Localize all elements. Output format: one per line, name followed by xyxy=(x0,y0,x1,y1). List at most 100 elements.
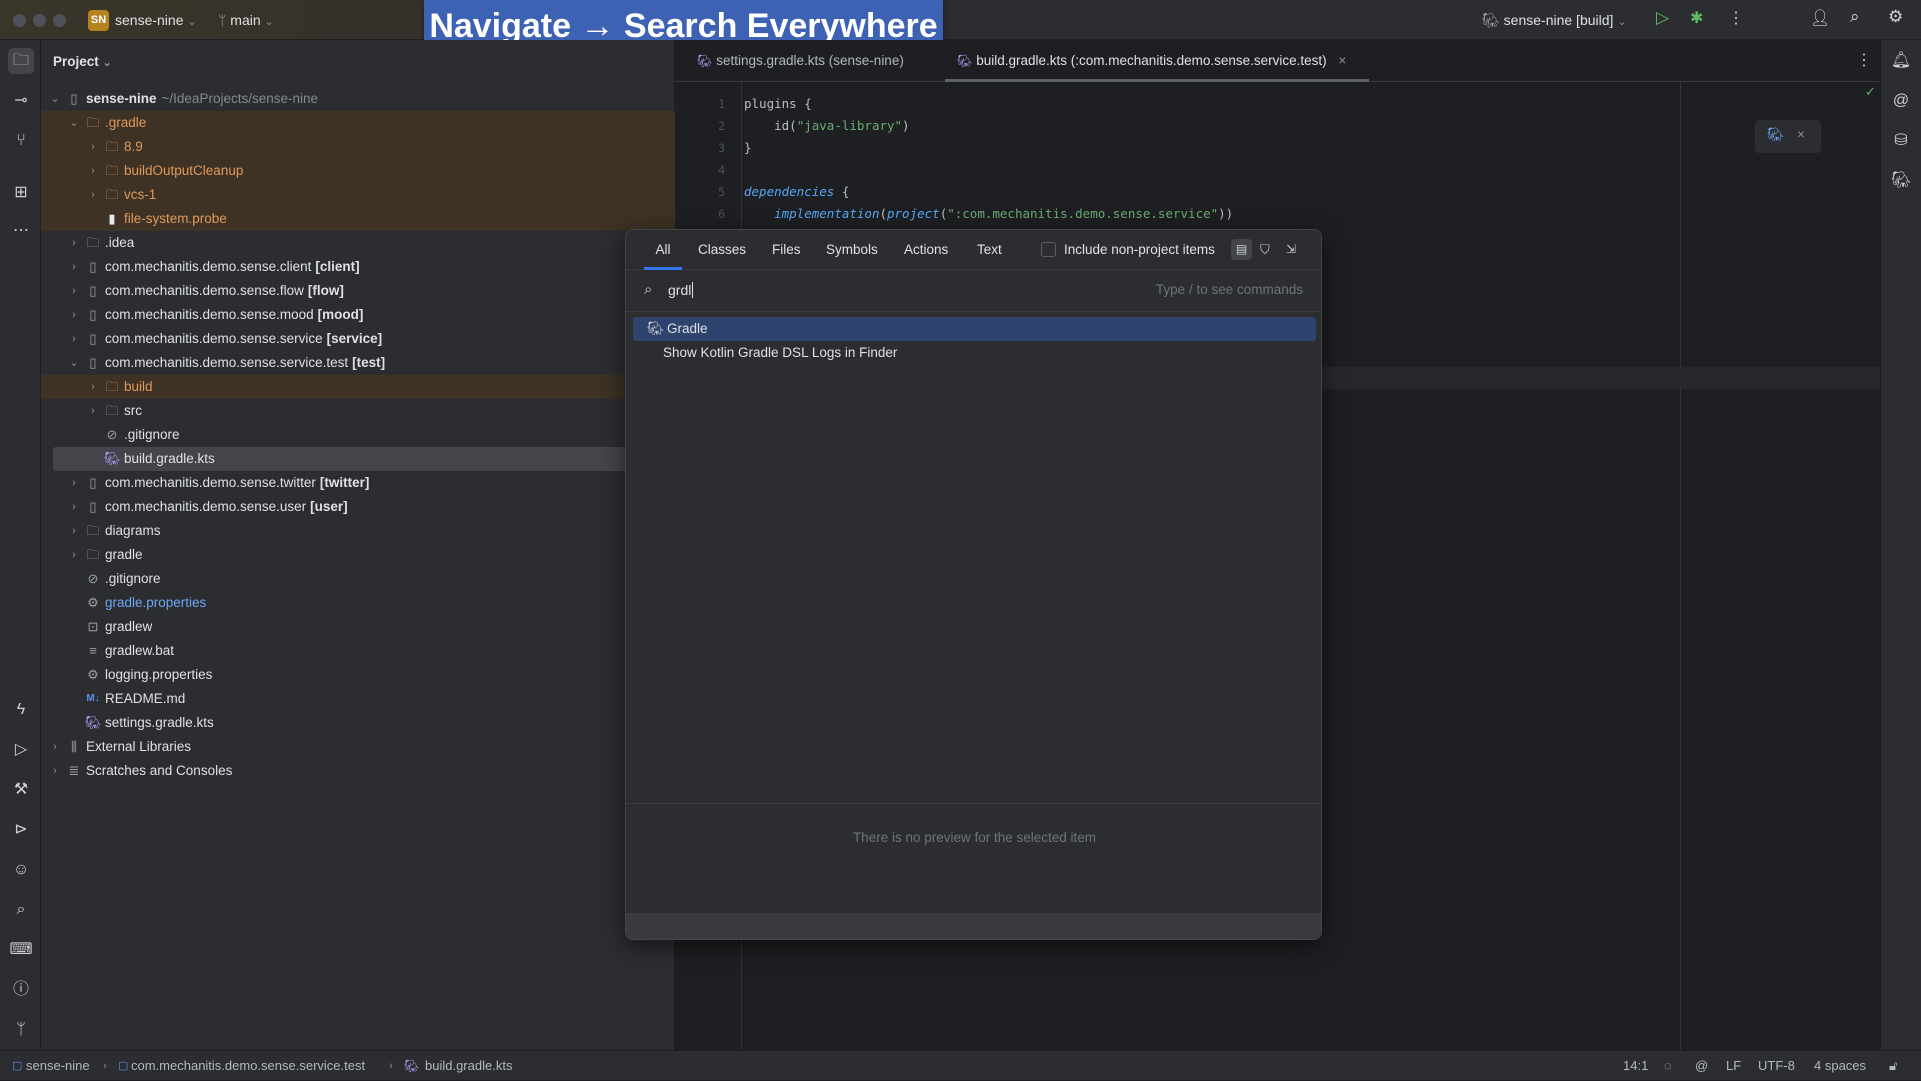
chevron-right-icon[interactable]: › xyxy=(68,231,80,255)
notifications-icon[interactable]: 🔔︎ xyxy=(1888,48,1914,74)
project-tool-icon[interactable]: 🗀 xyxy=(8,48,34,74)
line-separator[interactable]: LF xyxy=(1726,1051,1741,1081)
tree-row[interactable]: M↓ README.md xyxy=(41,687,675,711)
tree-row[interactable]: › 🗀 build xyxy=(41,375,675,399)
maximize-window-button[interactable] xyxy=(53,14,66,27)
chevron-right-icon[interactable]: › xyxy=(68,495,80,519)
chevron-right-icon[interactable]: › xyxy=(68,303,80,327)
run-icon[interactable]: ▷ xyxy=(1656,8,1669,28)
preview-toggle-icon[interactable]: ▤ xyxy=(1231,239,1252,260)
tree-row[interactable]: › ▯ com.mechanitis.demo.sense.flow [flow] xyxy=(41,279,675,303)
chevron-right-icon[interactable]: › xyxy=(49,759,61,783)
chevron-down-icon[interactable]: ⌄ xyxy=(68,351,80,375)
chevron-right-icon[interactable]: › xyxy=(87,375,99,399)
tree-row[interactable]: ⚙ gradle.properties xyxy=(41,591,675,615)
tree-row[interactable]: › ▯ com.mechanitis.demo.sense.twitter [twit… xyxy=(41,471,675,495)
tab-symbols[interactable]: Symbols xyxy=(826,230,878,270)
tree-row[interactable]: › ▯ com.mechanitis.demo.sense.service [serv… xyxy=(41,327,675,351)
tree-row[interactable]: ≡ gradlew.bat xyxy=(41,639,675,663)
terminal-icon[interactable]: ⌨ xyxy=(8,937,34,963)
vcs-status-icon[interactable]: ◌ xyxy=(1664,1051,1672,1081)
run-tool-icon[interactable]: ▷ xyxy=(8,737,34,763)
chevron-right-icon[interactable]: › xyxy=(87,135,99,159)
close-tab-icon[interactable]: × xyxy=(1338,53,1346,68)
caret-position[interactable]: 14:1 xyxy=(1623,1051,1648,1081)
tree-row[interactable]: ⌄ ▯ com.mechanitis.demo.sense.service.test… xyxy=(41,351,675,375)
tree-row[interactable]: ⌄ ▯ sense-nine ~/IdeaProjects/sense-nine xyxy=(41,87,675,111)
chevron-right-icon[interactable]: › xyxy=(68,255,80,279)
tab-actions[interactable]: Actions xyxy=(904,230,948,270)
services-icon[interactable]: ϟ xyxy=(8,697,34,723)
lock-icon[interactable]: 🔓︎ xyxy=(1889,1051,1897,1081)
database-icon[interactable]: ⛁ xyxy=(1888,128,1914,154)
more-tools-icon[interactable]: ⋯ xyxy=(8,218,34,244)
git-icon[interactable]: ᛘ xyxy=(8,1017,34,1043)
tree-row[interactable]: › 🗀 .idea xyxy=(41,231,675,255)
problems-icon[interactable]: ⓘ xyxy=(8,977,34,1003)
tree-row[interactable]: › 🗀 buildOutputCleanup xyxy=(41,159,675,183)
file-encoding[interactable]: UTF-8 xyxy=(1758,1051,1795,1081)
tab-options-icon[interactable]: ⋮ xyxy=(1856,50,1872,70)
filter-icon[interactable]: ⛉ xyxy=(1260,239,1270,260)
chevron-down-icon[interactable]: ⌄ xyxy=(49,87,61,111)
gradle-tool-icon[interactable]: 🐘︎ xyxy=(1888,168,1914,194)
tab-all[interactable]: All xyxy=(644,230,682,270)
tree-row[interactable]: ⊡ gradlew xyxy=(41,615,675,639)
structure-icon[interactable]: ⊞ xyxy=(8,180,34,206)
commit-icon[interactable]: ⊸ xyxy=(8,88,34,114)
project-selector[interactable]: sense-nine ⌄ xyxy=(115,12,197,28)
tree-row[interactable]: ⊘ .gitignore xyxy=(41,567,675,591)
open-in-tool-window-icon[interactable]: ⇲ xyxy=(1286,239,1296,260)
tree-row[interactable]: › ▯ com.mechanitis.demo.sense.client [clien… xyxy=(41,255,675,279)
chevron-right-icon[interactable]: › xyxy=(68,327,80,351)
minimize-window-button[interactable] xyxy=(33,14,46,27)
chevron-down-icon[interactable]: ⌄ xyxy=(68,111,80,135)
chevron-right-icon[interactable]: › xyxy=(68,279,80,303)
tab-classes[interactable]: Classes xyxy=(698,230,746,270)
tree-row[interactable]: › ⫼ External Libraries xyxy=(41,735,675,759)
search-icon[interactable]: ⌕ xyxy=(1850,7,1860,27)
tree-row[interactable]: › 🗀 vcs-1 xyxy=(41,183,675,207)
chevron-right-icon[interactable]: › xyxy=(68,519,80,543)
tree-row[interactable]: 🐘︎ settings.gradle.kts xyxy=(41,711,675,735)
chevron-right-icon[interactable]: › xyxy=(49,735,61,759)
tree-row[interactable]: › ▯ com.mechanitis.demo.sense.mood [mood] xyxy=(41,303,675,327)
tree-row[interactable]: ⊘ .gitignore xyxy=(41,423,675,447)
chevron-right-icon[interactable]: › xyxy=(87,183,99,207)
tab-build-gradle[interactable]: 🐘︎ build.gradle.kts (:com.mechanitis.demo… xyxy=(945,40,1369,82)
tree-row[interactable]: › ▯ com.mechanitis.demo.sense.user [user] xyxy=(41,495,675,519)
indent-setting[interactable]: 4 spaces xyxy=(1814,1051,1866,1081)
ai-assistant-icon[interactable]: @ xyxy=(1888,88,1914,114)
pull-requests-icon[interactable]: ⑂ xyxy=(8,128,34,154)
tree-row[interactable]: ▮ file-system.probe xyxy=(41,207,675,231)
ai-status-icon[interactable]: @ xyxy=(1695,1051,1708,1081)
project-panel-title[interactable]: Project ⌄ xyxy=(53,54,112,69)
breadcrumb-project[interactable]: sense-nine xyxy=(26,1051,90,1081)
settings-icon[interactable]: ⚙ xyxy=(1888,7,1903,27)
chevron-right-icon[interactable]: › xyxy=(68,543,80,567)
tree-row[interactable]: 🐘︎ build.gradle.kts xyxy=(53,447,663,471)
tab-text[interactable]: Text xyxy=(977,230,1002,270)
add-user-icon[interactable]: 👤︎ xyxy=(1810,8,1830,28)
tree-row[interactable]: ⌄ 🗀 .gradle xyxy=(41,111,675,135)
include-non-project-checkbox[interactable] xyxy=(1041,242,1056,257)
search-input[interactable]: grdl xyxy=(668,282,694,298)
tree-row[interactable]: › 🗀 src xyxy=(41,399,675,423)
chevron-right-icon[interactable]: › xyxy=(87,399,99,423)
tree-row[interactable]: › 🗀 8.9 xyxy=(41,135,675,159)
find-icon[interactable]: ⌕ xyxy=(8,897,34,923)
tree-row[interactable]: › ≣ Scratches and Consoles xyxy=(41,759,675,783)
close-hint-icon[interactable]: × xyxy=(1797,127,1805,142)
tab-files[interactable]: Files xyxy=(772,230,801,270)
debug-icon[interactable]: ✱ xyxy=(1690,8,1703,28)
run-config-selector[interactable]: 🐘︎ sense-nine [build] ⌄ xyxy=(1482,12,1627,29)
tree-row[interactable]: ⚙ logging.properties xyxy=(41,663,675,687)
tab-settings-gradle[interactable]: 🐘︎ settings.gradle.kts (sense-nine) xyxy=(685,40,904,82)
branch-selector[interactable]: ᛘ main ⌄ xyxy=(218,12,274,28)
result-item-gradle[interactable]: 🐘︎ Gradle xyxy=(633,317,1316,341)
breadcrumb-module[interactable]: com.mechanitis.demo.sense.service.test xyxy=(131,1051,365,1081)
chevron-right-icon[interactable]: › xyxy=(87,159,99,183)
endpoints-icon[interactable]: ⊳ xyxy=(8,817,34,843)
result-item-kotlin-logs[interactable]: Show Kotlin Gradle DSL Logs in Finder xyxy=(633,341,1316,365)
plugins-icon[interactable]: ☺ xyxy=(8,857,34,883)
